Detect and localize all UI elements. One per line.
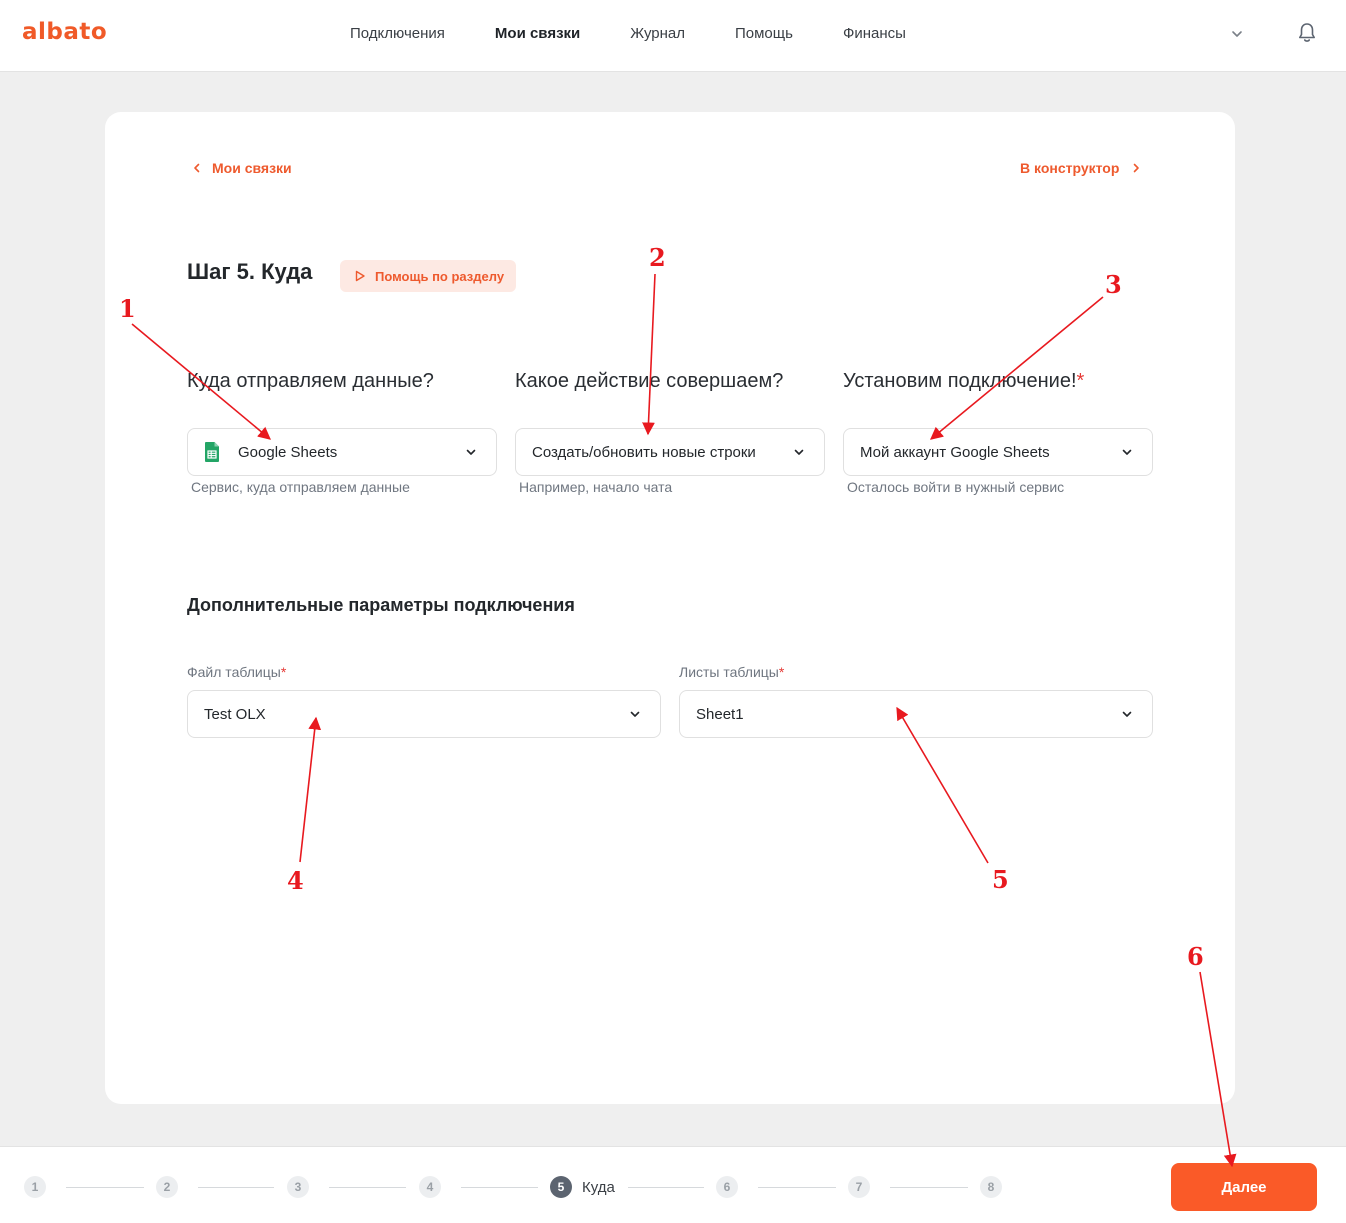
step-connector <box>758 1187 836 1188</box>
chevron-down-icon <box>794 449 804 455</box>
target-service-select[interactable]: Google Sheets <box>187 428 497 476</box>
connection-hint: Осталось войти в нужный сервис <box>847 479 1065 495</box>
target-service-value: Google Sheets <box>238 443 338 461</box>
spreadsheet-file-label-text: Файл таблицы <box>187 664 281 680</box>
nav-item-journal[interactable]: Журнал <box>630 25 685 42</box>
step-connector <box>329 1187 406 1188</box>
target-service-label: Куда отправляем данные? <box>187 370 434 392</box>
wizard-stepper-bar: 1 2 3 4 5 Куда 6 7 8 Далее <box>0 1146 1346 1223</box>
chevron-down-icon <box>1122 711 1132 717</box>
connection-select[interactable]: Мой аккаунт Google Sheets <box>843 428 1153 476</box>
nav-item-my-bundles[interactable]: Мои связки <box>495 25 580 42</box>
top-navigation-bar: albato Подключения Мои связки Журнал Пом… <box>0 0 1346 72</box>
chevron-down-icon <box>1122 449 1132 455</box>
section-help-button[interactable]: Помощь по разделу <box>340 260 517 292</box>
nav-item-finance[interactable]: Финансы <box>843 25 906 42</box>
chevron-left-icon <box>194 163 200 173</box>
notifications-bell-icon[interactable] <box>1297 22 1317 44</box>
nav-item-connections[interactable]: Подключения <box>350 25 445 42</box>
step-3[interactable]: 3 <box>287 1176 309 1198</box>
help-button-label: Помощь по разделу <box>375 268 505 284</box>
spreadsheet-file-value: Test OLX <box>204 705 266 723</box>
albato-logo[interactable]: albato <box>22 19 107 45</box>
chevron-right-icon <box>1134 163 1140 173</box>
step-connector <box>198 1187 274 1188</box>
step-connector <box>461 1187 538 1188</box>
chevron-down-icon <box>466 449 476 455</box>
annotation-label-3: 3 <box>1105 270 1122 299</box>
sheet-tab-select[interactable]: Sheet1 <box>679 690 1153 738</box>
connection-label-text: Установим подключение! <box>843 370 1077 392</box>
back-to-bundles-link[interactable]: Мои связки <box>190 160 292 176</box>
step-connector <box>628 1187 704 1188</box>
google-sheets-icon <box>205 442 219 462</box>
step-5-current[interactable]: 5 <box>550 1176 572 1198</box>
spreadsheet-file-select[interactable]: Test OLX <box>187 690 661 738</box>
nav-item-help[interactable]: Помощь <box>735 25 793 42</box>
action-value: Создать/обновить новые строки <box>532 443 756 461</box>
annotation-label-5: 5 <box>992 865 1009 894</box>
account-menu-chevron-icon[interactable] <box>1229 26 1245 42</box>
target-service-hint: Сервис, куда отправляем данные <box>191 479 410 495</box>
action-hint: Например, начало чата <box>519 479 673 495</box>
constructor-link-label: В конструктор <box>1020 160 1120 176</box>
chevron-down-icon <box>630 711 640 717</box>
step-connector <box>890 1187 968 1188</box>
annotation-label-2: 2 <box>649 243 666 272</box>
step-7[interactable]: 7 <box>848 1176 870 1198</box>
step-4[interactable]: 4 <box>419 1176 441 1198</box>
sheet-tab-label: Листы таблицы* <box>679 664 784 680</box>
connection-value: Мой аккаунт Google Sheets <box>860 443 1050 461</box>
next-button[interactable]: Далее <box>1171 1163 1317 1211</box>
annotation-label-4: 4 <box>287 866 304 895</box>
step-2[interactable]: 2 <box>156 1176 178 1198</box>
extra-params-title: Дополнительные параметры подключения <box>187 595 575 615</box>
step-title: Шаг 5. Куда <box>187 259 313 284</box>
annotation-label-6: 6 <box>1187 942 1204 971</box>
step-card: Мои связки В конструктор Шаг 5. Куда Пом… <box>105 112 1235 1104</box>
required-mark: * <box>280 664 287 680</box>
main-nav: Подключения Мои связки Журнал Помощь Фин… <box>350 25 956 42</box>
required-mark: * <box>1076 370 1085 392</box>
play-icon <box>355 270 365 282</box>
connection-label: Установим подключение!* <box>843 370 1084 393</box>
back-link-label: Мои связки <box>212 160 292 176</box>
step-6[interactable]: 6 <box>716 1176 738 1198</box>
spreadsheet-file-label: Файл таблицы* <box>187 664 286 680</box>
step-connector <box>66 1187 144 1188</box>
step-8[interactable]: 8 <box>980 1176 1002 1198</box>
action-select[interactable]: Создать/обновить новые строки <box>515 428 825 476</box>
annotation-label-1: 1 <box>119 294 136 323</box>
action-label: Какое действие совершаем? <box>515 370 784 392</box>
current-step-label: Куда <box>582 1179 615 1196</box>
step-1[interactable]: 1 <box>24 1176 46 1198</box>
required-mark: * <box>778 664 785 680</box>
sheet-tab-label-text: Листы таблицы <box>679 664 779 680</box>
to-constructor-link[interactable]: В конструктор <box>1020 160 1143 176</box>
sheet-tab-value: Sheet1 <box>696 705 744 723</box>
